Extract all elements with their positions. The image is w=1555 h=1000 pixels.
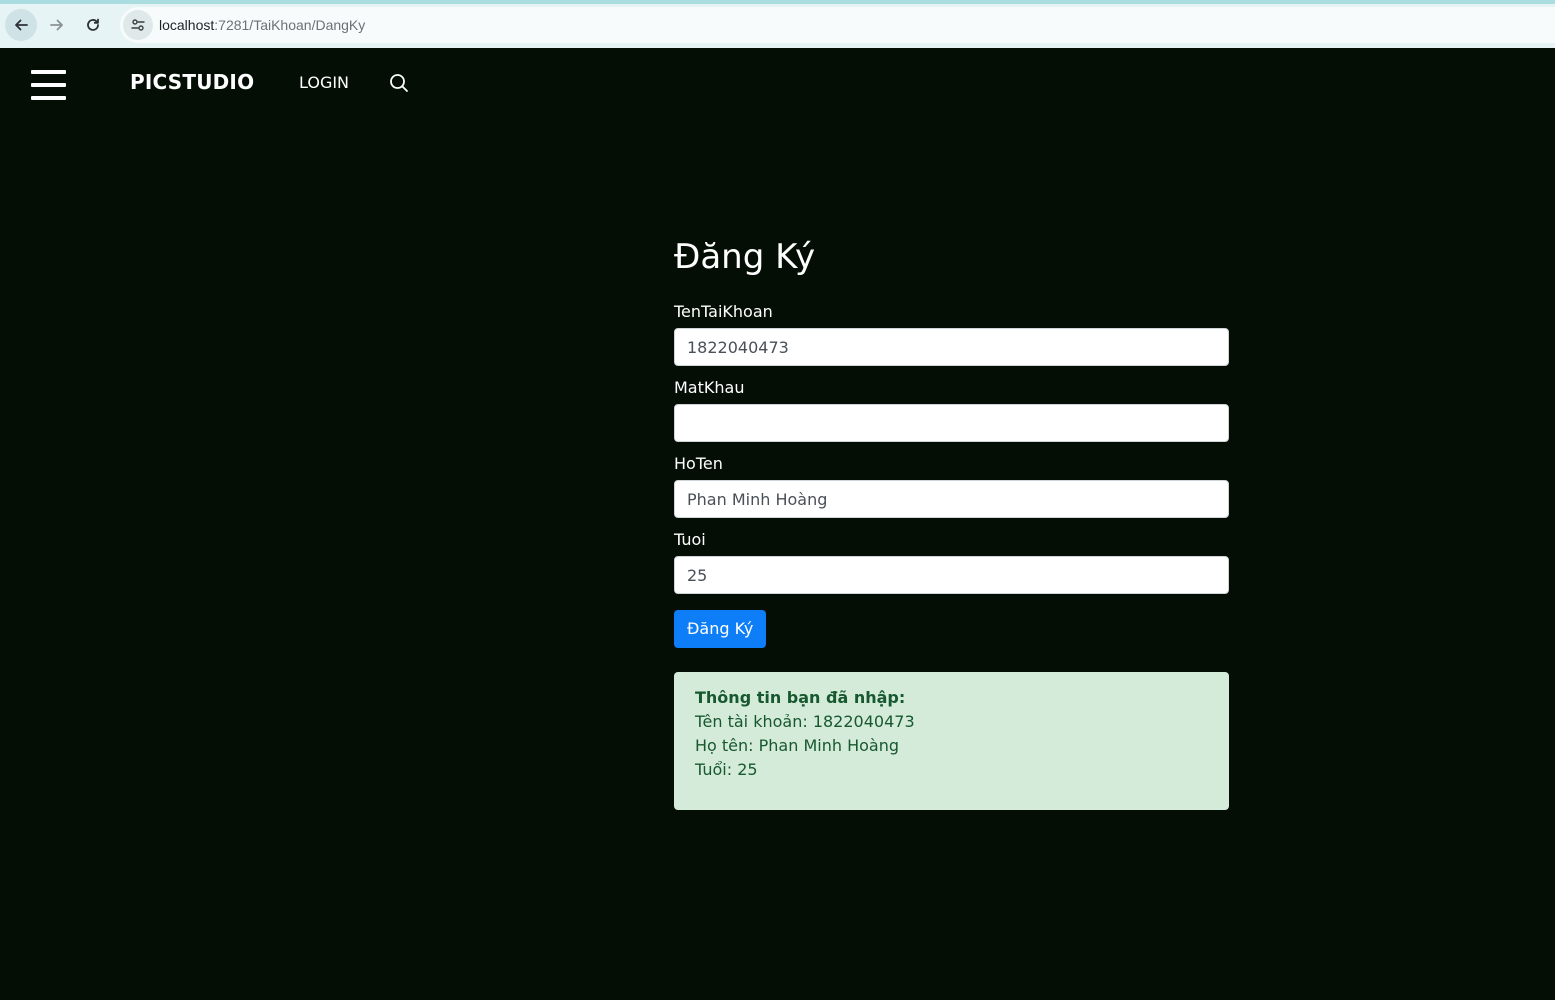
alert-line-age: Tuổi: 25 xyxy=(695,760,758,779)
reload-icon xyxy=(87,18,99,31)
tune-icon xyxy=(131,19,145,31)
site-header: PICSTUDIO LOGIN xyxy=(0,48,1555,120)
address-bar[interactable]: localhost:7281/TaiKhoan/DangKy xyxy=(120,7,1555,43)
alert-line-fullname: Họ tên: Phan Minh Hoàng xyxy=(695,736,899,755)
register-form: Đăng Ký TenTaiKhoan MatKhau HoTen Tuoi Đ… xyxy=(674,232,1229,810)
brand-logo[interactable]: PICSTUDIO xyxy=(130,70,254,94)
password-label: MatKhau xyxy=(674,378,745,397)
fullname-input[interactable] xyxy=(674,480,1229,518)
hamburger-icon[interactable] xyxy=(31,70,66,100)
fullname-label: HoTen xyxy=(674,454,723,473)
site-info-button[interactable] xyxy=(123,10,153,40)
arrow-right-icon xyxy=(50,19,63,31)
alert-line-username: Tên tài khoản: 1822040473 xyxy=(695,712,915,731)
url-text: localhost:7281/TaiKhoan/DangKy xyxy=(159,17,365,33)
nav-login-link[interactable]: LOGIN xyxy=(299,73,349,92)
field-group-username: TenTaiKhoan xyxy=(674,302,1229,366)
forward-button[interactable] xyxy=(41,9,73,41)
back-button[interactable] xyxy=(5,9,37,41)
success-alert: Thông tin bạn đã nhập: Tên tài khoản: 18… xyxy=(674,672,1229,810)
search-icon[interactable] xyxy=(389,73,409,93)
age-label: Tuoi xyxy=(674,530,706,549)
username-input[interactable] xyxy=(674,328,1229,366)
field-group-age: Tuoi xyxy=(674,530,1229,594)
field-group-password: MatKhau xyxy=(674,378,1229,442)
age-input[interactable] xyxy=(674,556,1229,594)
alert-title: Thông tin bạn đã nhập: xyxy=(695,688,906,707)
password-input[interactable] xyxy=(674,404,1229,442)
reload-button[interactable] xyxy=(77,9,109,41)
url-path: :7281/TaiKhoan/DangKy xyxy=(214,17,366,33)
browser-toolbar: localhost:7281/TaiKhoan/DangKy xyxy=(0,0,1555,48)
field-group-fullname: HoTen xyxy=(674,454,1229,518)
username-label: TenTaiKhoan xyxy=(674,302,773,321)
register-button[interactable]: Đăng Ký xyxy=(674,610,767,648)
url-host: localhost xyxy=(159,17,215,33)
arrow-left-icon xyxy=(15,19,28,31)
page-title: Đăng Ký xyxy=(674,237,816,277)
